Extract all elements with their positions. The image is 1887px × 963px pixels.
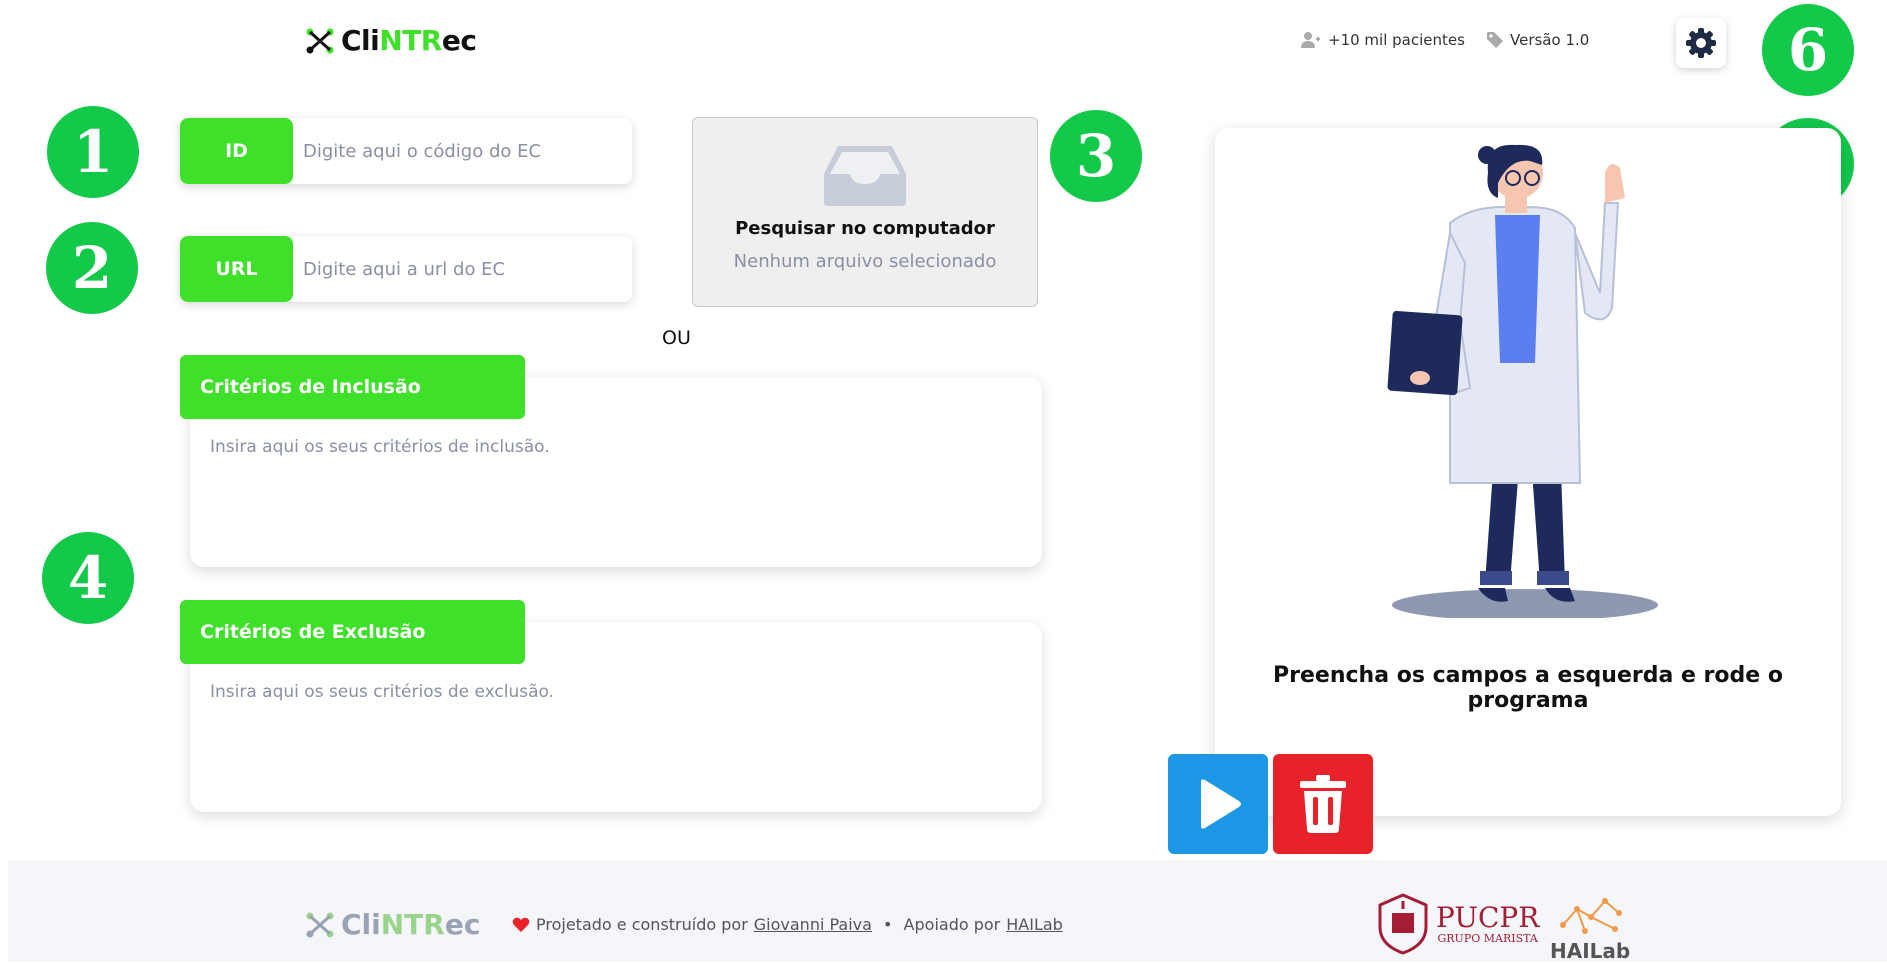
run-button[interactable] <box>1168 754 1268 854</box>
marker-1: 1 <box>47 106 139 198</box>
hailab-logo-text: HAILab <box>1550 939 1631 963</box>
marker-2: 2 <box>46 222 138 314</box>
support-prefix: Apoiado por <box>903 915 1001 934</box>
marker-4: 4 <box>42 532 134 624</box>
pucpr-group: GRUPO MARISTA <box>1437 931 1538 945</box>
heart-icon <box>512 917 530 932</box>
marker-6: 6 <box>1762 4 1854 96</box>
patients-info: +10 mil pacientes <box>1300 31 1465 49</box>
delete-button[interactable] <box>1273 754 1373 854</box>
pucpr-name: PUCPR <box>1436 900 1540 934</box>
footer-logo-ec: ec <box>444 908 481 941</box>
hailab-logo: HAILab <box>1550 895 1630 963</box>
inclusion-title: Critérios de Inclusão <box>180 355 525 419</box>
network-graph-icon <box>1560 898 1623 934</box>
footer-credits: Projetado e construído por Giovanni Paiv… <box>512 915 1063 934</box>
settings-button[interactable] <box>1676 18 1726 68</box>
pucpr-crest-icon <box>1378 893 1428 955</box>
file-upload-dropzone[interactable]: Pesquisar no computador Nenhum arquivo s… <box>692 117 1038 307</box>
clintrec-logo-icon <box>306 912 334 937</box>
play-icon <box>1201 779 1241 829</box>
doctor-illustration <box>1387 144 1658 618</box>
gear-icon <box>1686 28 1716 58</box>
marker-3: 3 <box>1050 110 1142 202</box>
footer-logo-ntr: NTR <box>380 908 445 941</box>
upload-label: Pesquisar no computador <box>735 218 995 239</box>
logo-text-ec: ec <box>441 24 477 57</box>
panel-message: Preencha os campos a esquerda e rode o p… <box>1273 663 1783 713</box>
patients-count: +10 mil pacientes <box>1328 31 1465 49</box>
url-input[interactable] <box>303 258 623 280</box>
author-link[interactable]: Giovanni Paiva <box>754 915 872 934</box>
url-tag: URL <box>180 236 293 302</box>
users-icon <box>1301 32 1320 48</box>
id-field: ID <box>180 118 632 184</box>
bullet-separator: • <box>877 915 898 934</box>
exclusion-title: Critérios de Exclusão <box>180 600 525 664</box>
version-label: Versão 1.0 <box>1510 31 1590 49</box>
hailab-link[interactable]: HAILab <box>1006 915 1063 934</box>
inclusion-textarea[interactable] <box>210 437 1010 557</box>
id-tag: ID <box>180 118 293 184</box>
upload-status: Nenhum arquivo selecionado <box>733 251 997 272</box>
clintrec-logo-icon <box>306 28 334 53</box>
result-panel: Preencha os campos a esquerda e rode o p… <box>1215 128 1841 816</box>
exclusion-textarea[interactable] <box>210 682 1010 802</box>
or-separator: OU <box>662 327 691 349</box>
logo-text-cli: Cli <box>341 24 380 57</box>
app-logo[interactable]: CliNTRec <box>305 24 477 57</box>
credit-prefix: Projetado e construído por <box>536 915 748 934</box>
tag-icon <box>1487 32 1503 48</box>
id-input[interactable] <box>303 140 623 162</box>
footer-logo-cli: Cli <box>341 908 381 941</box>
footer-logo[interactable]: CliNTRec <box>305 908 480 941</box>
pucpr-logo: PUCPR GRUPO MARISTA <box>1376 893 1539 955</box>
trash-icon <box>1300 775 1346 833</box>
url-field: URL <box>180 236 632 302</box>
inbox-icon <box>824 146 906 206</box>
version-info: Versão 1.0 <box>1486 31 1589 49</box>
logo-text-ntr: NTR <box>379 24 442 57</box>
